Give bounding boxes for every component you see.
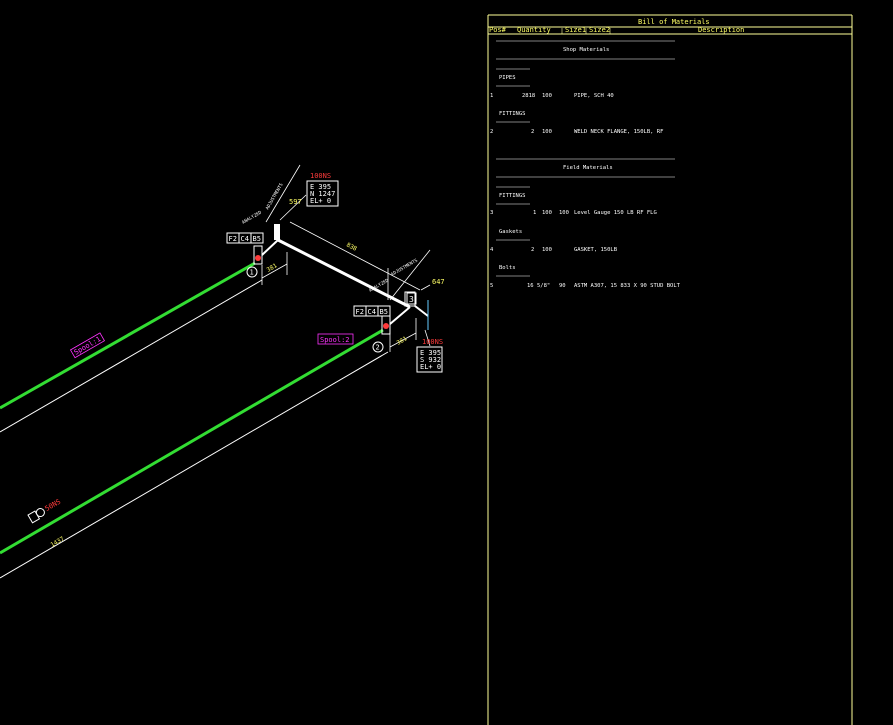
row4-desc: GASKET, 150LB (574, 247, 618, 253)
size-label-bottom: 50NS (44, 498, 63, 513)
flange-tags-top[interactable]: F2 C4 B5 (226, 232, 264, 244)
dim-381b: 381 (396, 335, 409, 347)
dim-838: 838 (345, 242, 358, 253)
row3-size1: 100 (542, 210, 552, 216)
bom-row-4[interactable]: 4 2 100 GASKET, 150LB (490, 247, 618, 253)
bom-header-qty: Quantity (517, 26, 551, 34)
coord-top-el: EL+ 0 (310, 197, 331, 205)
isometric-drawing-canvas[interactable]: 1 2 3 F2 C4 B5 F2 C4 B5 E 395 N 1247 EL+… (0, 0, 893, 725)
flange-tags-mid[interactable]: F2 C4 B5 (353, 305, 391, 317)
tag-b5-mid: B5 (380, 308, 388, 316)
size-label-top: 100NS (310, 172, 331, 180)
group-fittings-shop-label: FITTINGS (499, 111, 526, 117)
dim-1437: 1437 (50, 535, 66, 548)
bom-header-desc: Description (698, 26, 744, 34)
dim-597: 597 (289, 198, 302, 206)
tag-f2-mid: F2 (356, 308, 364, 316)
group-fittings-field-label: FITTINGS (499, 193, 526, 199)
row3-qty: 1 (533, 210, 536, 216)
leader-647 (420, 284, 431, 291)
row4-qty: 2 (531, 247, 534, 253)
spool-label-1[interactable]: Spool:1 (69, 332, 105, 359)
spool-2-text: Spool:2 (320, 336, 350, 344)
node-1-label: 1 (250, 269, 254, 277)
row1-qty: 2818 (522, 93, 535, 99)
tag-f2-top: F2 (229, 235, 237, 243)
bom-header-size2: Size2 (589, 26, 610, 34)
bom-row-3[interactable]: 3 1 100 100 Level Gauge 150 LB RF FLG (490, 210, 657, 216)
pipe-run-lower[interactable] (0, 328, 384, 555)
pipe-run-upper[interactable] (0, 261, 256, 410)
mid-stem (389, 306, 411, 325)
coord-mid-el: EL+ 0 (420, 363, 441, 371)
group-pipes-label: PIPES (499, 75, 516, 81)
valve-top[interactable] (274, 224, 280, 240)
analyzed-label-a: ANALYZED (241, 210, 263, 226)
weld-marker-top[interactable] (255, 255, 261, 261)
shop-materials-header: Shop Materials (563, 47, 609, 53)
row1-size1: 100 (542, 93, 552, 99)
isometric-view: 1 2 3 F2 C4 B5 F2 C4 B5 E 395 N 1247 EL+… (0, 164, 445, 579)
row4-pos: 4 (490, 247, 494, 253)
row5-size2: 90 (559, 283, 566, 289)
bom-panel: Bill of Materials Pos# Quantity Size1 Si… (487, 14, 853, 725)
row2-pos: 2 (490, 129, 493, 135)
row3-desc: Level Gauge 150 LB RF FLG (574, 210, 657, 216)
tag-b5-top: B5 (253, 235, 261, 243)
bom-title: Bill of Materials (638, 18, 710, 26)
adjustments-label-b: ADJUSTMENTS (390, 257, 419, 277)
row5-size1: 5/8" (537, 283, 550, 289)
row5-qty: 16 (527, 283, 534, 289)
bom-row-1[interactable]: 1 2818 100 PIPE, SCH 40 (490, 93, 614, 99)
size-label-mid: 100NS (422, 338, 443, 346)
spool-label-2[interactable]: Spool:2 (317, 333, 354, 345)
adj-line-a (265, 164, 301, 223)
coordinate-box-mid[interactable]: E 395 S 932 EL+ 0 (416, 346, 443, 373)
group-gaskets-label: Gaskets (499, 229, 522, 235)
row5-desc: ASTM A307, 15 833 X 90 STUD BOLT (574, 283, 681, 289)
row5-pos: 5 (490, 283, 493, 289)
row1-pos: 1 (490, 93, 493, 99)
adjustments-label-a: ADJUSTMENTS (265, 182, 285, 211)
tag-c4-mid: C4 (368, 308, 376, 316)
flange-top-stem (261, 239, 279, 256)
bom-header-pos: Pos# (489, 26, 507, 34)
bom-row-5[interactable]: 5 16 5/8" 90 ASTM A307, 15 833 X 90 STUD… (490, 283, 681, 289)
row3-pos: 3 (490, 210, 493, 216)
row2-desc: WELD NECK FLANGE, 150LB, RF (574, 129, 663, 135)
node-3-label: 3 (409, 295, 414, 304)
coordinate-box-top[interactable]: E 395 N 1247 EL+ 0 (306, 180, 339, 207)
dimension-line-upper (0, 279, 263, 433)
dim-647: 647 (432, 278, 445, 286)
node-2-label: 2 (376, 344, 380, 352)
row2-size1: 100 (542, 129, 552, 135)
row2-qty: 2 (531, 129, 534, 135)
weld-marker-mid[interactable] (383, 323, 389, 329)
tag-c4-top: C4 (241, 235, 249, 243)
bom-row-2[interactable]: 2 2 100 WELD NECK FLANGE, 150LB, RF (490, 129, 663, 135)
row1-desc: PIPE, SCH 40 (574, 93, 614, 99)
row3-size2: 100 (559, 210, 569, 216)
bom-header-size1: Size1 (565, 26, 586, 34)
row4-size1: 100 (542, 247, 552, 253)
group-bolts-label: Bolts (499, 265, 516, 271)
field-materials-header: Field Materials (563, 165, 613, 171)
mid-drop (414, 305, 429, 317)
